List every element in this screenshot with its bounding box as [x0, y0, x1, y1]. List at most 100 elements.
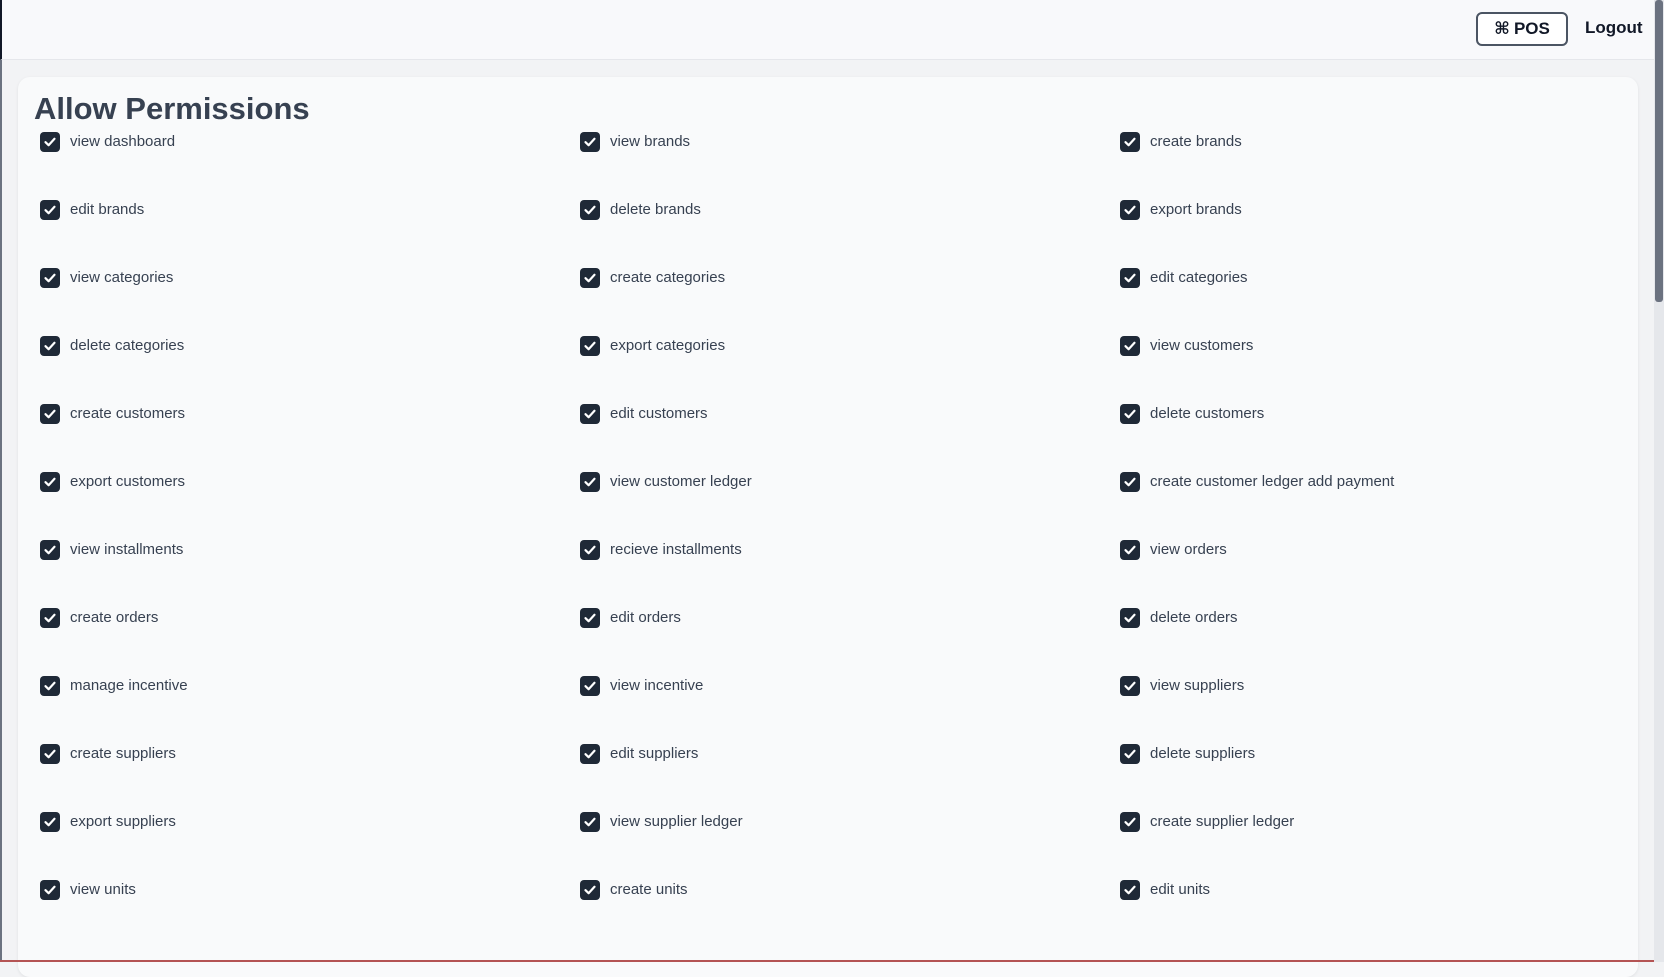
permission-checkbox[interactable] [1120, 744, 1140, 764]
permission-label: delete orders [1150, 609, 1238, 626]
permission-item[interactable]: view suppliers [1120, 676, 1600, 744]
permission-checkbox[interactable] [580, 404, 600, 424]
permission-item[interactable]: view categories [40, 268, 580, 336]
permission-item[interactable]: view customers [1120, 336, 1600, 404]
permission-item[interactable]: create supplier ledger [1120, 812, 1600, 880]
checkmark-icon [584, 681, 596, 691]
permission-item[interactable]: create suppliers [40, 744, 580, 812]
permission-item[interactable]: create customers [40, 404, 580, 472]
permission-label: export customers [70, 473, 186, 490]
permission-checkbox[interactable] [580, 880, 600, 900]
permission-checkbox[interactable] [580, 676, 600, 696]
permission-item[interactable]: create brands [1120, 132, 1600, 200]
checkmark-icon [44, 341, 56, 351]
scrollbar-thumb[interactable] [1655, 0, 1663, 302]
permission-checkbox[interactable] [580, 472, 600, 492]
permission-item[interactable]: view installments [40, 540, 580, 608]
permission-label: create suppliers [70, 745, 176, 762]
checkmark-icon [584, 137, 596, 147]
permission-item[interactable]: delete brands [580, 200, 1120, 268]
permission-checkbox[interactable] [1120, 472, 1140, 492]
permission-item[interactable]: export categories [580, 336, 1120, 404]
permission-checkbox[interactable] [1120, 132, 1140, 152]
permission-item[interactable]: recieve installments [580, 540, 1120, 608]
permission-label: view dashboard [70, 133, 176, 150]
permission-checkbox[interactable] [580, 132, 600, 152]
permission-item[interactable]: edit suppliers [580, 744, 1120, 812]
permission-checkbox[interactable] [40, 676, 60, 696]
permission-item[interactable]: edit orders [580, 608, 1120, 676]
pos-button[interactable]: ⌘ POS [1476, 12, 1568, 46]
permission-checkbox[interactable] [580, 336, 600, 356]
permission-label: delete brands [610, 201, 701, 218]
permission-item[interactable]: edit customers [580, 404, 1120, 472]
permission-checkbox[interactable] [40, 404, 60, 424]
permission-item[interactable]: view orders [1120, 540, 1600, 608]
permission-checkbox[interactable] [40, 132, 60, 152]
checkmark-icon [584, 477, 596, 487]
permission-checkbox[interactable] [40, 608, 60, 628]
permission-checkbox[interactable] [1120, 676, 1140, 696]
permission-label: export suppliers [70, 813, 176, 830]
permission-checkbox[interactable] [1120, 268, 1140, 288]
checkmark-icon [44, 477, 56, 487]
checkmark-icon [1124, 341, 1136, 351]
permission-item[interactable]: create categories [580, 268, 1120, 336]
permission-checkbox[interactable] [580, 540, 600, 560]
permission-checkbox[interactable] [580, 608, 600, 628]
permission-checkbox[interactable] [40, 472, 60, 492]
permission-label: view brands [610, 133, 691, 150]
permission-item[interactable]: export suppliers [40, 812, 580, 880]
permission-label: edit orders [610, 609, 681, 626]
permission-item[interactable]: delete customers [1120, 404, 1600, 472]
permission-checkbox[interactable] [1120, 404, 1140, 424]
permission-item[interactable]: edit brands [40, 200, 580, 268]
permission-label: edit brands [70, 201, 145, 218]
permission-checkbox[interactable] [580, 200, 600, 220]
left-edge-divider [0, 60, 2, 962]
permission-item[interactable]: create units [580, 880, 1120, 948]
permission-item[interactable]: view dashboard [40, 132, 580, 200]
permission-checkbox[interactable] [1120, 880, 1140, 900]
permission-checkbox[interactable] [40, 744, 60, 764]
permission-checkbox[interactable] [580, 812, 600, 832]
permission-item[interactable]: view brands [580, 132, 1120, 200]
permission-checkbox[interactable] [1120, 336, 1140, 356]
permission-checkbox[interactable] [40, 540, 60, 560]
permission-item[interactable]: edit categories [1120, 268, 1600, 336]
permission-checkbox[interactable] [40, 336, 60, 356]
permission-checkbox[interactable] [40, 812, 60, 832]
permission-item[interactable]: view units [40, 880, 580, 948]
permission-item[interactable]: view incentive [580, 676, 1120, 744]
permission-checkbox[interactable] [580, 744, 600, 764]
checkmark-icon [44, 409, 56, 419]
permission-item[interactable]: view customer ledger [580, 472, 1120, 540]
checkmark-icon [44, 273, 56, 283]
checkmark-icon [1124, 749, 1136, 759]
permission-checkbox[interactable] [1120, 608, 1140, 628]
logout-button[interactable]: Logout [1585, 18, 1643, 38]
checkmark-icon [1124, 681, 1136, 691]
permission-item[interactable]: export brands [1120, 200, 1600, 268]
permission-item[interactable]: create customer ledger add payment [1120, 472, 1600, 540]
permission-item[interactable]: delete orders [1120, 608, 1600, 676]
permission-checkbox[interactable] [1120, 540, 1140, 560]
permission-item[interactable]: edit units [1120, 880, 1600, 948]
permission-checkbox[interactable] [40, 200, 60, 220]
checkmark-icon [44, 613, 56, 623]
permission-checkbox[interactable] [1120, 812, 1140, 832]
permission-checkbox[interactable] [1120, 200, 1140, 220]
permission-item[interactable]: export customers [40, 472, 580, 540]
checkmark-icon [1124, 273, 1136, 283]
permission-checkbox[interactable] [40, 268, 60, 288]
checkmark-icon [44, 817, 56, 827]
permission-item[interactable]: delete categories [40, 336, 580, 404]
permission-item[interactable]: view supplier ledger [580, 812, 1120, 880]
permission-item[interactable]: delete suppliers [1120, 744, 1600, 812]
permission-checkbox[interactable] [40, 880, 60, 900]
permission-label: create customer ledger add payment [1150, 473, 1395, 490]
permission-checkbox[interactable] [580, 268, 600, 288]
permission-item[interactable]: manage incentive [40, 676, 580, 744]
vertical-scrollbar[interactable] [1654, 0, 1664, 962]
permission-item[interactable]: create orders [40, 608, 580, 676]
